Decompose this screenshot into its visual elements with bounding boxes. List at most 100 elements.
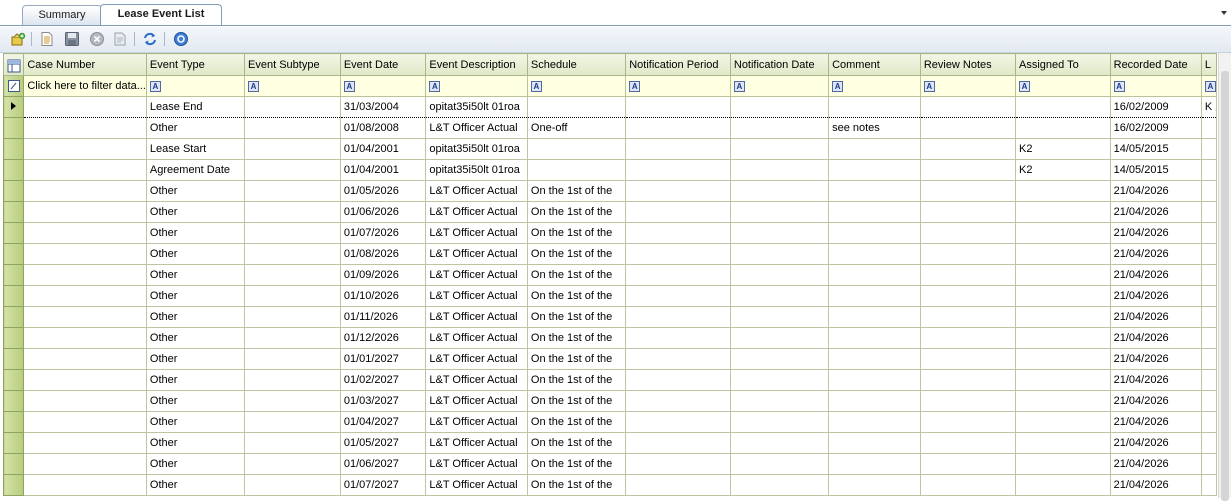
row-selector[interactable] — [3, 390, 25, 412]
table-cell[interactable]: On the 1st of the — [527, 222, 627, 244]
table-cell[interactable] — [828, 96, 921, 118]
table-row[interactable]: Lease End 31/03/2004 opitat35i50lt 01roa 16… — [3, 96, 1217, 118]
table-cell[interactable] — [23, 201, 147, 223]
tab-lease-event-list[interactable]: Lease Event List — [100, 4, 222, 26]
table-cell[interactable]: Other — [146, 453, 246, 475]
table-cell[interactable] — [730, 201, 830, 223]
table-cell[interactable]: L&T Officer Actual — [425, 411, 528, 433]
filter-row[interactable]: Click here to filter data... A A A A A A… — [3, 75, 1217, 97]
table-cell[interactable] — [920, 117, 1017, 139]
table-cell[interactable] — [1015, 369, 1111, 391]
table-cell[interactable]: L&T Officer Actual — [425, 180, 528, 202]
table-row[interactable]: Other 01/11/2026 L&T Officer Actual On the … — [3, 306, 1217, 328]
row-selector[interactable] — [3, 369, 25, 391]
table-cell[interactable]: 01/07/2026 — [340, 222, 427, 244]
table-cell[interactable]: L&T Officer Actual — [425, 348, 528, 370]
table-cell[interactable]: On the 1st of the — [527, 411, 627, 433]
table-cell[interactable] — [1015, 243, 1111, 265]
table-cell[interactable] — [1201, 411, 1217, 433]
column-header[interactable]: Event Type — [145, 53, 246, 76]
table-cell[interactable] — [730, 390, 830, 412]
table-cell[interactable]: opitat35i50lt 01roa — [425, 96, 528, 118]
filter-cell[interactable]: A — [625, 75, 731, 97]
table-row[interactable]: Other 01/05/2027 L&T Officer Actual On the … — [3, 432, 1217, 454]
table-cell[interactable]: On the 1st of the — [527, 201, 627, 223]
row-selector[interactable] — [3, 285, 25, 307]
table-cell[interactable]: Agreement Date — [146, 159, 246, 181]
table-cell[interactable] — [23, 264, 147, 286]
table-cell[interactable] — [23, 327, 147, 349]
table-cell[interactable] — [625, 474, 731, 496]
table-cell[interactable] — [1015, 411, 1111, 433]
filter-operator-icon[interactable]: A — [629, 81, 641, 93]
filter-cell[interactable]: A — [1015, 75, 1111, 97]
table-cell[interactable] — [244, 432, 341, 454]
table-cell[interactable] — [625, 264, 731, 286]
column-header[interactable]: Case Number — [23, 53, 147, 76]
table-row[interactable]: Other 01/08/2026 L&T Officer Actual On the … — [3, 243, 1217, 265]
table-cell[interactable] — [244, 327, 341, 349]
table-cell[interactable] — [625, 390, 731, 412]
table-cell[interactable] — [1015, 453, 1111, 475]
column-header[interactable]: Event Subtype — [244, 53, 341, 76]
table-cell[interactable]: 01/05/2027 — [340, 432, 427, 454]
table-cell[interactable] — [730, 432, 830, 454]
table-cell[interactable]: L&T Officer Actual — [425, 327, 528, 349]
table-cell[interactable] — [1201, 390, 1217, 412]
table-cell[interactable] — [23, 453, 147, 475]
table-cell[interactable] — [1015, 348, 1111, 370]
filter-operator-icon[interactable]: A — [530, 81, 542, 93]
table-cell[interactable]: 01/04/2027 — [340, 411, 427, 433]
table-cell[interactable] — [625, 243, 731, 265]
table-cell[interactable]: 14/05/2015 — [1110, 138, 1202, 160]
table-cell[interactable]: 01/07/2027 — [340, 474, 427, 496]
table-cell[interactable] — [920, 138, 1017, 160]
filter-operator-icon[interactable]: A — [429, 81, 441, 93]
table-cell[interactable] — [730, 285, 830, 307]
table-cell[interactable] — [828, 138, 921, 160]
row-selector[interactable] — [3, 243, 25, 265]
row-selector[interactable] — [3, 474, 25, 496]
table-cell[interactable]: 21/04/2026 — [1110, 264, 1202, 286]
table-cell[interactable] — [920, 180, 1017, 202]
table-cell[interactable]: 14/05/2015 — [1110, 159, 1202, 181]
table-cell[interactable] — [730, 180, 830, 202]
table-cell[interactable]: On the 1st of the — [527, 327, 627, 349]
table-cell[interactable]: 16/02/2009 — [1110, 117, 1202, 139]
table-cell[interactable] — [244, 369, 341, 391]
row-selector[interactable] — [3, 411, 25, 433]
table-cell[interactable] — [1201, 453, 1217, 475]
table-cell[interactable] — [1015, 474, 1111, 496]
filter-operator-icon[interactable]: A — [1204, 81, 1216, 93]
table-row[interactable]: Other 01/03/2027 L&T Officer Actual On the … — [3, 390, 1217, 412]
table-cell[interactable] — [625, 327, 731, 349]
row-selector[interactable] — [3, 306, 25, 328]
filter-operator-icon[interactable]: A — [149, 81, 161, 93]
table-cell[interactable] — [625, 222, 731, 244]
table-cell[interactable] — [920, 306, 1017, 328]
table-cell[interactable] — [625, 180, 731, 202]
table-cell[interactable] — [1015, 306, 1111, 328]
filter-cell[interactable]: A — [244, 75, 341, 97]
table-cell[interactable] — [730, 138, 830, 160]
table-cell[interactable] — [244, 159, 341, 181]
column-header[interactable]: Comment — [828, 53, 921, 76]
table-cell[interactable] — [244, 285, 341, 307]
table-cell[interactable] — [920, 369, 1017, 391]
table-cell[interactable]: L&T Officer Actual — [425, 285, 528, 307]
table-cell[interactable]: On the 1st of the — [527, 264, 627, 286]
row-selector[interactable] — [3, 222, 25, 244]
table-cell[interactable] — [1015, 201, 1111, 223]
table-cell[interactable] — [1201, 159, 1217, 181]
table-cell[interactable] — [244, 306, 341, 328]
row-selector[interactable] — [3, 138, 25, 160]
table-cell[interactable] — [1201, 306, 1217, 328]
table-cell[interactable]: On the 1st of the — [527, 453, 627, 475]
tab-summary[interactable]: Summary — [22, 5, 102, 25]
table-cell[interactable]: L&T Officer Actual — [425, 369, 528, 391]
table-cell[interactable] — [1015, 285, 1111, 307]
table-cell[interactable] — [23, 369, 147, 391]
table-cell[interactable] — [1201, 285, 1217, 307]
table-cell[interactable] — [730, 411, 830, 433]
table-cell[interactable]: 21/04/2026 — [1110, 306, 1202, 328]
